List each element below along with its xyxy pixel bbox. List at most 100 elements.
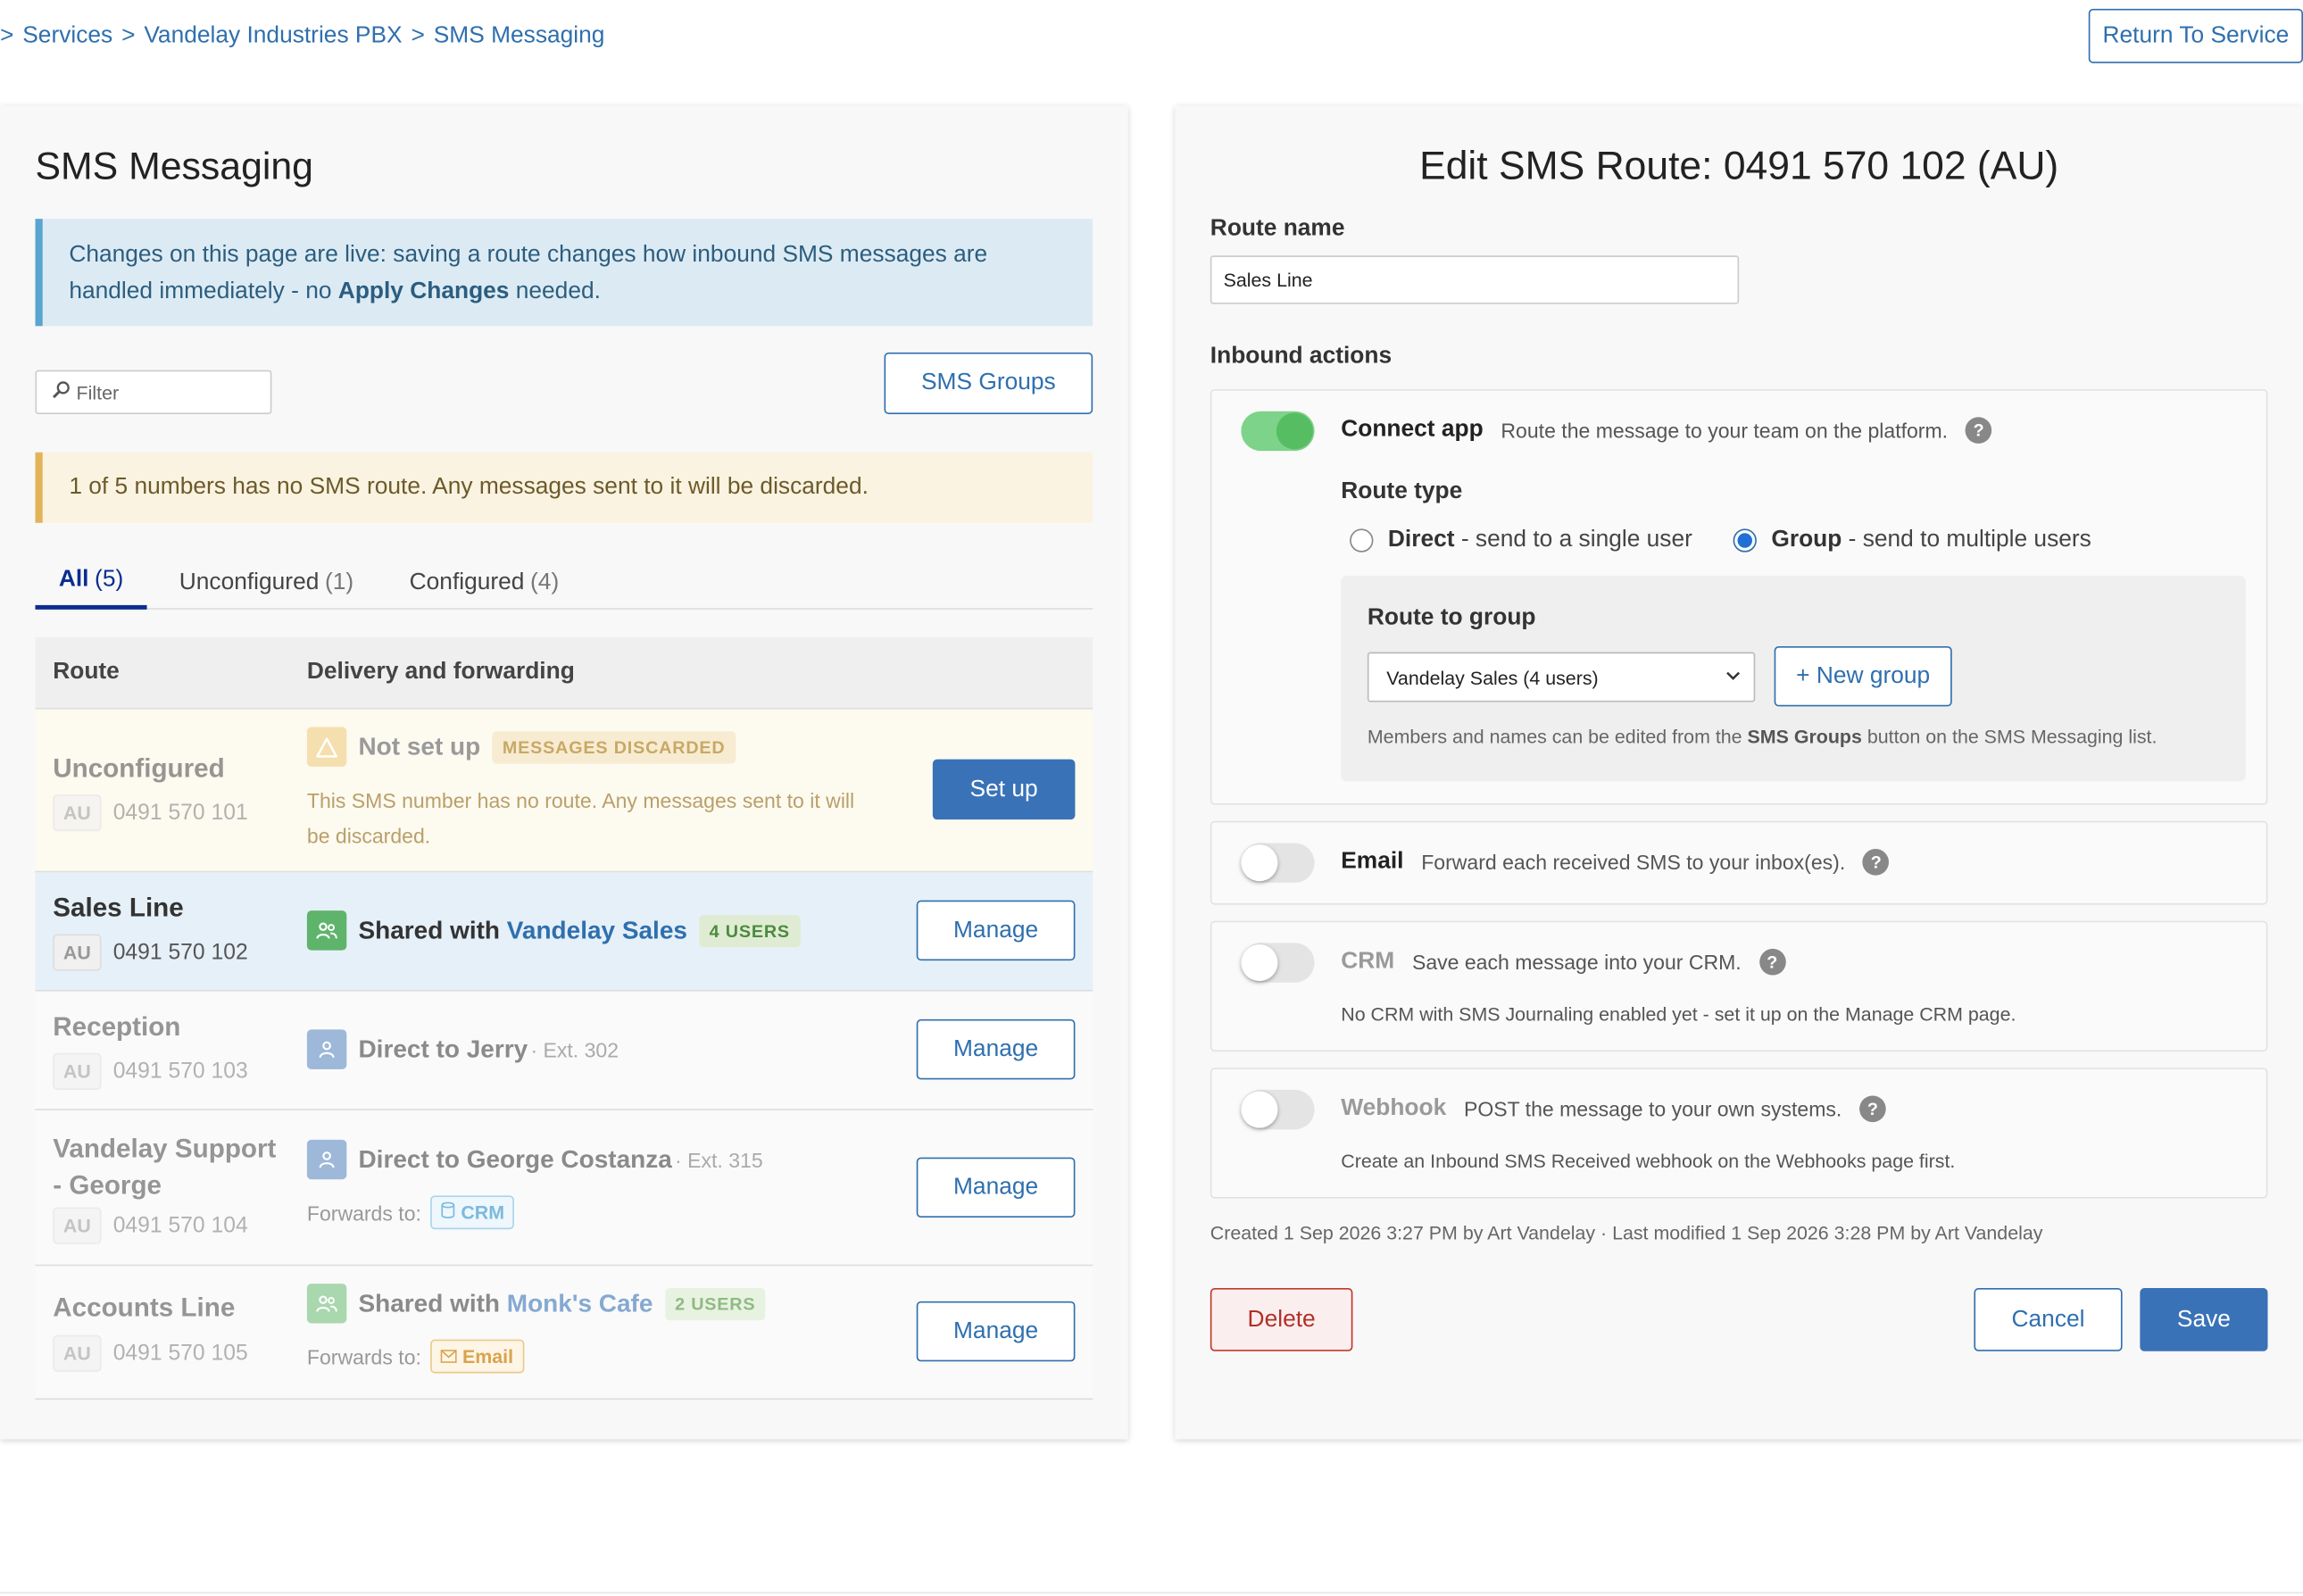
delivery-target: Direct to George Costanza (358, 1144, 672, 1173)
col-route: Route (53, 659, 120, 685)
route-name: Sales Line (53, 893, 184, 923)
direct-radio[interactable]: Direct - send to a single user (1350, 528, 1692, 554)
crm-toggle[interactable] (1241, 943, 1315, 983)
connect-app-toggle[interactable] (1241, 411, 1315, 452)
country-badge: AU (53, 1207, 102, 1244)
route-name-input[interactable]: Sales Line (1210, 255, 1740, 304)
crm-header: CRM Save each message into your CRM. ? (1341, 948, 1786, 976)
breadcrumb-sep: > (121, 23, 136, 49)
route-delivery: Direct to George Costanza · Ext. 315 (306, 1139, 763, 1180)
page-divider (0, 1592, 2303, 1594)
setup-button[interactable]: Set up (932, 759, 1076, 820)
direct-text: - send to a single user (1454, 527, 1692, 553)
connect-app-card: Connect app Route the message to your te… (1210, 389, 2268, 805)
country-badge: AU (53, 794, 102, 832)
crm-card: CRM Save each message into your CRM. ? N… (1210, 920, 2268, 1052)
phone-number: 0491 570 104 (112, 1213, 248, 1239)
country-badge: AU (53, 934, 102, 971)
breadcrumb-services[interactable]: Services (22, 23, 112, 50)
extension: · Ext. 315 (675, 1147, 763, 1172)
webhook-desc: POST the message to your own systems. (1463, 1097, 1842, 1121)
forwards-label: Forwards to: (306, 1344, 421, 1368)
extension: · Ext. 302 (530, 1037, 619, 1061)
country-badge: AU (53, 1334, 102, 1372)
manage-button[interactable]: Manage (916, 1157, 1076, 1218)
return-to-service-button[interactable]: Return To Service (2088, 8, 2303, 63)
group-link[interactable]: Monk's Cafe (507, 1289, 653, 1317)
tab-count: (5) (95, 567, 124, 593)
warning-triangle-icon (306, 727, 347, 767)
delivery-prefix: Shared with Vandelay Sales (358, 916, 686, 945)
user-icon (306, 1029, 347, 1069)
route-number: AU 0491 570 104 (53, 1207, 248, 1244)
table-row: Unconfigured AU 0491 570 101 Not set up … (35, 709, 1093, 873)
toggle-knob (1241, 1091, 1278, 1128)
info-text-b: needed. (509, 278, 601, 304)
phone-number: 0491 570 105 (112, 1341, 248, 1367)
cancel-button[interactable]: Cancel (1974, 1288, 2123, 1351)
group-bold: Group (1771, 527, 1842, 553)
route-delivery: Direct to Jerry · Ext. 302 (306, 1029, 619, 1069)
status-label: Not set up (358, 732, 481, 761)
manage-button[interactable]: Manage (916, 1018, 1076, 1080)
page-title: SMS Messaging (35, 144, 313, 188)
route-name: Accounts Line (53, 1292, 236, 1322)
breadcrumb-pbx[interactable]: Vandelay Industries PBX (144, 23, 402, 50)
tab-label: Configured (409, 569, 525, 594)
tab-configured[interactable]: Configured (4) (386, 555, 582, 610)
help-icon[interactable]: ? (1758, 948, 1786, 976)
direct-bold: Direct (1387, 527, 1455, 553)
group-link[interactable]: Vandelay Sales (507, 916, 687, 943)
manage-button[interactable]: Manage (916, 1301, 1076, 1362)
group-note-a: Members and names can be edited from the (1367, 725, 1748, 748)
email-toggle[interactable] (1241, 843, 1315, 883)
route-delivery: Not set up MESSAGES DISCARDED (306, 727, 736, 767)
email-chip-label: Email (461, 1345, 514, 1367)
sms-list-panel: SMS Messaging Changes on this page are l… (0, 105, 1128, 1440)
database-icon (440, 1201, 454, 1224)
tab-unconfigured[interactable]: Unconfigured (1) (155, 555, 377, 610)
breadcrumb-sep: > (411, 23, 425, 49)
webhook-title: Webhook (1341, 1095, 1447, 1121)
route-delivery: Shared with Monk's Cafe 2 USERS (306, 1284, 766, 1324)
sms-groups-button[interactable]: SMS Groups (884, 352, 1093, 415)
route-delivery: Shared with Vandelay Sales 4 USERS (306, 910, 801, 951)
delivery-prefix: Shared with Monk's Cafe (358, 1289, 653, 1318)
group-select[interactable]: Vandelay Sales (4 users) (1367, 652, 1756, 702)
group-radio[interactable]: Group - send to multiple users (1733, 528, 2091, 554)
breadcrumb-sms[interactable]: SMS Messaging (434, 23, 605, 50)
help-icon[interactable]: ? (1859, 1095, 1886, 1123)
users-icon (306, 910, 347, 951)
forwards: Forwards to: Email (306, 1339, 524, 1374)
tab-all[interactable]: All (5) (35, 555, 147, 610)
tab-label: All (58, 567, 89, 593)
toggle-knob (1241, 844, 1278, 882)
users-icon (306, 1284, 347, 1324)
filter-input[interactable]: Filter (35, 370, 272, 415)
table-row: Vandelay Support - George AU 0491 570 10… (35, 1110, 1093, 1267)
toggle-knob (1276, 412, 1313, 450)
manage-button[interactable]: Manage (916, 900, 1076, 961)
email-card: Email Forward each received SMS to your … (1210, 820, 2268, 905)
info-alert: Changes on this page are live: saving a … (35, 219, 1093, 327)
user-icon (306, 1139, 347, 1180)
help-icon[interactable]: ? (1862, 849, 1890, 876)
webhook-header: Webhook POST the message to your own sys… (1341, 1095, 1886, 1123)
crm-title: CRM (1341, 948, 1395, 974)
direct-label: Direct - send to a single user (1388, 528, 1692, 554)
delivery-prefix-text: Shared with (358, 1288, 507, 1318)
info-text-bold: Apply Changes (337, 278, 510, 304)
warning-alert: 1 of 5 numbers has no SMS route. Any mes… (35, 452, 1093, 523)
save-button[interactable]: Save (2140, 1288, 2268, 1351)
users-badge: 2 USERS (664, 1287, 766, 1320)
help-icon[interactable]: ? (1965, 417, 1992, 444)
route-to-group-box: Route to group Vandelay Sales (4 users) … (1341, 575, 2246, 782)
new-group-button[interactable]: + New group (1774, 645, 1952, 707)
delete-button[interactable]: Delete (1210, 1288, 1353, 1351)
col-delivery: Delivery and forwarding (306, 659, 575, 685)
webhook-toggle[interactable] (1241, 1089, 1315, 1130)
users-badge: 4 USERS (699, 914, 801, 947)
table-row: Reception AU 0491 570 103 Direct to Jerr… (35, 991, 1093, 1110)
route-number: AU 0491 570 103 (53, 1052, 248, 1090)
table-row: Accounts Line AU 0491 570 105 Shared wit… (35, 1266, 1093, 1401)
